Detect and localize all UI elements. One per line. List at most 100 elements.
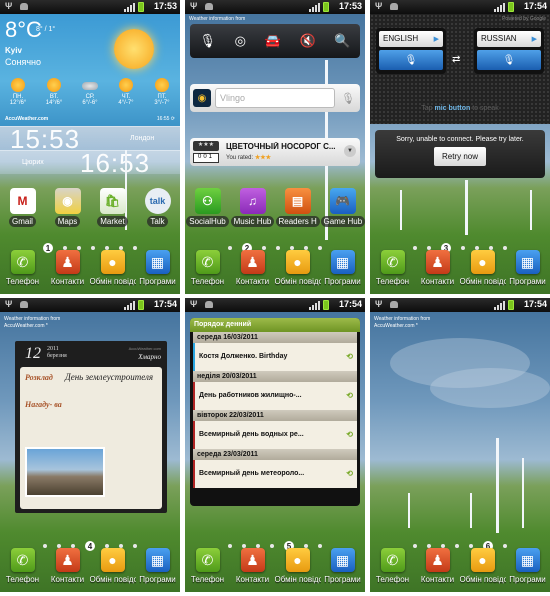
dock-phone[interactable]: ✆ Телефон (371, 548, 415, 592)
app-row: ⚇ SocialHub ♫ Music Hub ▤ Readers H 🎮 Game H… (185, 188, 365, 227)
agenda-title[interactable]: Порядок денний (190, 318, 360, 332)
music-widget[interactable]: ★★★ 001 ЦВЕТОЧНЫЙ НОСОРОГ С... You rated… (190, 138, 360, 166)
weather-source-link: AccuWeather.com * (374, 323, 418, 329)
target-mic-button[interactable]: 🎙 (477, 50, 541, 70)
agenda-event[interactable]: Всемирный день метеороло... ⟲ (193, 460, 357, 488)
dock-label: Обмін повідо (274, 575, 321, 584)
android-icon (20, 301, 28, 308)
dock-phone[interactable]: ✆ Телефон (1, 548, 45, 592)
vlingo-widget: ◉ Vlingo 🎙 (190, 84, 360, 112)
target-language-select[interactable]: RUSSIAN ▶ (477, 31, 541, 47)
apps-grid-icon: ▦ (330, 548, 355, 572)
diary-photo (25, 447, 105, 497)
app-musichub[interactable]: ♫ Music Hub (230, 188, 275, 227)
agenda-event[interactable]: Всемирный день водных ре... ⟲ (193, 421, 357, 449)
android-icon (205, 3, 213, 10)
broadcast-icon[interactable]: ◎ (235, 33, 246, 49)
dock-messages[interactable]: ● Обмін повідо (90, 250, 136, 294)
apps-grid-icon: ▦ (145, 548, 170, 572)
dock-contacts[interactable]: ♟ Контакти (231, 250, 275, 294)
dock-apps[interactable]: ▦ Програми (136, 250, 180, 294)
dock-contacts[interactable]: ♟ Контакти (46, 250, 90, 294)
temp-range: 8° / 1° (36, 26, 56, 33)
dock: ✆ Телефон ♟ Контакти ● Обмін повідо ▦ Програ… (0, 548, 180, 592)
android-icon (390, 301, 398, 308)
source-language: ENGLISH (383, 34, 419, 43)
app-label: Gmail (9, 216, 36, 227)
dock-phone[interactable]: ✆ Телефон (186, 548, 230, 592)
app-gamehub[interactable]: 🎮 Game Hub (320, 188, 365, 227)
vlingo-input[interactable]: Vlingo (215, 88, 335, 108)
forecast-day: ПТ. 3°/-7° (145, 78, 179, 106)
swap-languages-icon[interactable]: ⇄ (452, 54, 460, 65)
apps-grid-icon: ▦ (515, 250, 540, 274)
clock-city: Цюрих (22, 159, 44, 166)
chevron-down-icon[interactable]: ▼ (344, 145, 356, 157)
app-market[interactable]: 🛍 Market (91, 188, 135, 227)
weather-condition: Сонячно (5, 57, 42, 67)
app-gmail[interactable]: M Gmail (1, 188, 45, 227)
diary-widget[interactable]: 12 2011 березня AccuWeather.com Хмарно Ро… (15, 341, 167, 513)
dock-phone[interactable]: ✆ Телефон (186, 250, 230, 294)
agenda-date: вівторок 22/03/2011 (193, 410, 357, 421)
dock-label: Обмін повідо (459, 277, 506, 286)
dock-apps[interactable]: ▦ Програми (506, 548, 550, 592)
dual-clock-zurich[interactable]: Цюрих 16:53 (0, 148, 180, 178)
agenda-date: середа 23/03/2011 (193, 449, 357, 460)
dock-messages[interactable]: ● Обмін повідо (459, 548, 506, 592)
dock-contacts[interactable]: ♟ Контакти (46, 548, 90, 592)
dock-messages[interactable]: ● Обмін повідо (275, 250, 321, 294)
dock-apps[interactable]: ▦ Програми (136, 548, 180, 592)
dual-clock-london[interactable]: 15:53 Лондон (0, 124, 180, 154)
weather-source[interactable]: Weather information from AccuWeather.com … (374, 316, 430, 330)
dock-apps[interactable]: ▦ Програми (506, 250, 550, 294)
weather-widget[interactable]: 8°C 8° / 1° Kyiv Сонячно ПН. 12°/6° ВТ. 14… (0, 14, 180, 126)
search-icon[interactable]: 🔍 (334, 33, 350, 49)
battery-icon (138, 300, 144, 310)
music-note-icon: ♫ (239, 188, 266, 214)
mic-icon[interactable]: 🎙 (339, 88, 357, 108)
agenda-event[interactable]: Костя Долженко. Birthday ⟲ (193, 343, 357, 371)
target-language: RUSSIAN (481, 34, 517, 43)
market-icon: 🛍 (99, 188, 126, 214)
update-time[interactable]: 16:55 ⟳ (157, 116, 175, 122)
dock-contacts[interactable]: ♟ Контакти (416, 548, 460, 592)
dock-messages[interactable]: ● Обмін повідо (90, 548, 136, 592)
app-readershub[interactable]: ▤ Readers H (275, 188, 320, 227)
source-mic-button[interactable]: 🎙 (379, 50, 443, 70)
message-icon: ● (470, 250, 495, 274)
apps-grid-icon: ▦ (515, 548, 540, 572)
dock-apps[interactable]: ▦ Програми (321, 250, 365, 294)
agenda-event[interactable]: День работников жилищно-... ⟲ (193, 382, 357, 410)
dock-contacts[interactable]: ♟ Контакти (231, 548, 275, 592)
dock-messages[interactable]: ● Обмін повідо (459, 250, 506, 294)
forecast-day: ПН. 12°/6° (1, 78, 35, 106)
mic-icon[interactable]: 🎙 (199, 33, 216, 49)
dock-contacts[interactable]: ♟ Контакти (416, 250, 460, 294)
dock-label: Телефон (190, 277, 225, 286)
car-icon[interactable]: 🚘 (265, 33, 281, 49)
app-socialhub[interactable]: ⚇ SocialHub (186, 188, 230, 227)
app-maps[interactable]: ◉ Maps (46, 188, 90, 227)
weather-source[interactable]: Weather information from AccuWeather.com … (4, 316, 60, 330)
dock-phone[interactable]: ✆ Телефон (371, 250, 415, 294)
usb-icon: Ψ (375, 299, 383, 309)
dock-label: Обмін повідо (459, 575, 506, 584)
mute-icon[interactable]: 🔇 (300, 33, 316, 49)
dock-label: Телефон (375, 277, 410, 286)
dock-phone[interactable]: ✆ Телефон (1, 250, 45, 294)
wind-turbine (530, 190, 532, 230)
powered-by: Powered by Google (502, 16, 546, 22)
app-label: Talk (147, 216, 168, 227)
home-screen-6: Ψ 17:54 Weather information from AccuWeat… (370, 298, 550, 592)
diary-weather-source: AccuWeather.com (128, 346, 161, 351)
contact-icon: ♟ (425, 548, 450, 572)
app-talk[interactable]: talk Talk (136, 188, 180, 227)
weather-source[interactable]: AccuWeather.com (5, 116, 48, 122)
refresh-icon[interactable]: ⟳ (171, 116, 175, 122)
usb-icon: Ψ (5, 1, 13, 11)
retry-button[interactable]: Retry now (433, 147, 486, 166)
dock-apps[interactable]: ▦ Програми (321, 548, 365, 592)
source-language-select[interactable]: ENGLISH ▶ (379, 31, 443, 47)
dock-messages[interactable]: ● Обмін повідо (274, 548, 321, 592)
